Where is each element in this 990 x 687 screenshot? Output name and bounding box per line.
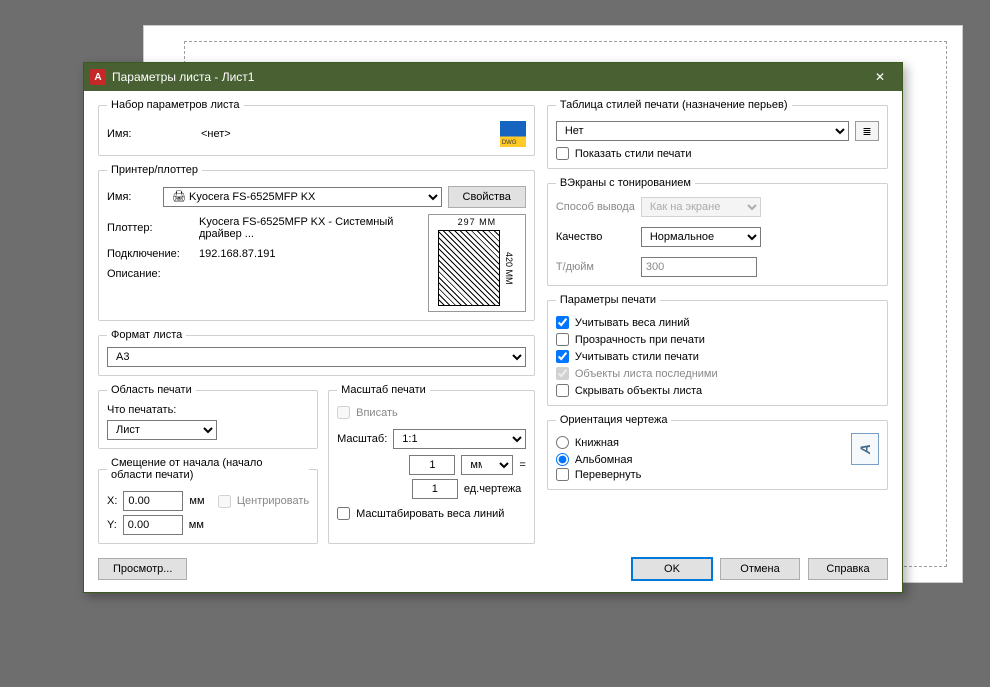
scale-legend: Масштаб печати [337,384,430,396]
page-setup-dialog: A Параметры листа - Лист1 ✕ Набор параме… [83,62,903,593]
paper-size-legend: Формат листа [107,329,186,341]
styletable-edit-button[interactable]: ≣ [855,121,879,141]
opt-last-label: Объекты листа последними [575,368,718,380]
paper-height-label: 420 MM [503,230,515,306]
cancel-button[interactable]: Отмена [720,558,800,580]
scale-lw-label: Масштабировать веса линий [356,508,504,520]
plotter-label: Плоттер: [107,222,195,234]
plot-area-group: Область печати Что печатать: Лист [98,384,318,449]
scale-unit-select[interactable]: мм [461,455,513,475]
pen-table-icon: ≣ [862,125,871,138]
fit-checkbox [337,406,350,419]
paper-size-select[interactable]: A3 [107,347,526,367]
scale-num-input[interactable] [409,455,455,475]
opt-last-checkbox [556,367,569,380]
offset-x-unit: мм [189,495,204,507]
what-to-plot-select[interactable]: Лист [107,420,217,440]
styletable-legend: Таблица стилей печати (назначение перьев… [556,99,792,111]
fit-label: Вписать [356,407,398,419]
offset-y-label: Y: [107,519,117,531]
orient-landscape-label: Альбомная [575,454,633,466]
close-button[interactable]: ✕ [858,63,902,91]
shade-method-select: Как на экране [641,197,761,217]
printer-name-select[interactable]: 🖨 Kyocera FS-6525MFP KX [163,187,442,207]
orient-portrait-label: Книжная [575,437,619,449]
scale-lw-checkbox[interactable] [337,507,350,520]
preview-button[interactable]: Просмотр... [98,558,187,580]
opt-lw-label: Учитывать веса линий [575,317,690,329]
opt-hide-checkbox[interactable] [556,384,569,397]
scale-group: Масштаб печати Вписать Масштаб: 1:1 мм = [328,384,535,544]
paper-size-group: Формат листа A3 [98,329,535,376]
orient-portrait-radio[interactable] [556,436,569,449]
orientation-group: Ориентация чертежа Книжная Альбомная A П… [547,414,888,490]
show-styles-checkbox[interactable] [556,147,569,160]
dialog-title: Параметры листа - Лист1 [112,70,858,84]
shade-method-label: Способ вывода [556,201,635,213]
offset-legend: Смещение от начала (начало области печат… [107,457,309,481]
paramset-group: Набор параметров листа Имя: <нет> [98,99,535,156]
paramset-legend: Набор параметров листа [107,99,244,111]
opt-lw-checkbox[interactable] [556,316,569,329]
dwg-icon [500,121,526,147]
app-icon: A [90,69,106,85]
dpi-label: Т/дюйм [556,261,635,273]
show-styles-label: Показать стили печати [575,148,692,160]
scale-den-unit: ед.чертежа [464,483,526,495]
offset-group: Смещение от начала (начало области печат… [98,457,318,544]
printer-properties-button[interactable]: Свойства [448,186,526,208]
center-label: Центрировать [237,495,309,507]
center-checkbox [218,495,231,508]
shaded-group: ВЭкраны с тонированием Способ вывода Как… [547,177,888,286]
opt-styles-label: Учитывать стили печати [575,351,699,363]
orient-flip-checkbox[interactable] [556,468,569,481]
printer-legend: Принтер/плоттер [107,164,202,176]
connection-label: Подключение: [107,248,195,260]
quality-label: Качество [556,231,635,243]
opt-styles-checkbox[interactable] [556,350,569,363]
what-to-plot-label: Что печатать: [107,404,309,416]
options-legend: Параметры печати [556,294,660,306]
help-button[interactable]: Справка [808,558,888,580]
offset-y-unit: мм [189,519,204,531]
styletable-select[interactable]: Нет [556,121,849,141]
orient-landscape-radio[interactable] [556,453,569,466]
paramset-name-value: <нет> [201,128,231,140]
plot-area-legend: Область печати [107,384,196,396]
printer-group: Принтер/плоттер Имя: 🖨 Kyocera FS-6525MF… [98,164,535,321]
paper-width-label: 297 MM [458,217,497,227]
paper-preview-rect [438,230,500,306]
opt-hide-label: Скрывать объекты листа [575,385,702,397]
options-group: Параметры печати Учитывать веса линий Пр… [547,294,888,406]
orient-flip-label: Перевернуть [575,469,642,481]
plotter-value: Kyocera FS-6525MFP KX - Системный драйве… [199,216,422,240]
ok-button[interactable]: OK [632,558,712,580]
connection-value: 192.168.87.191 [199,248,275,260]
offset-x-input[interactable] [123,491,183,511]
description-label: Описание: [107,268,195,280]
scale-label: Масштаб: [337,433,387,445]
orientation-icon: A [851,433,879,465]
scale-den-input[interactable] [412,479,458,499]
styletable-group: Таблица стилей печати (назначение перьев… [547,99,888,169]
paramset-name-label: Имя: [107,128,195,140]
offset-y-input[interactable] [123,515,183,535]
offset-x-label: X: [107,495,117,507]
quality-select[interactable]: Нормальное [641,227,761,247]
orientation-legend: Ориентация чертежа [556,414,672,426]
scale-equals: = [519,459,525,471]
titlebar: A Параметры листа - Лист1 ✕ [84,63,902,91]
paper-preview: 297 MM 420 MM [428,214,526,312]
scale-select[interactable]: 1:1 [393,429,526,449]
opt-transp-label: Прозрачность при печати [575,334,705,346]
printer-name-label: Имя: [107,191,157,203]
opt-transp-checkbox[interactable] [556,333,569,346]
shaded-legend: ВЭкраны с тонированием [556,177,695,189]
dpi-input [641,257,757,277]
